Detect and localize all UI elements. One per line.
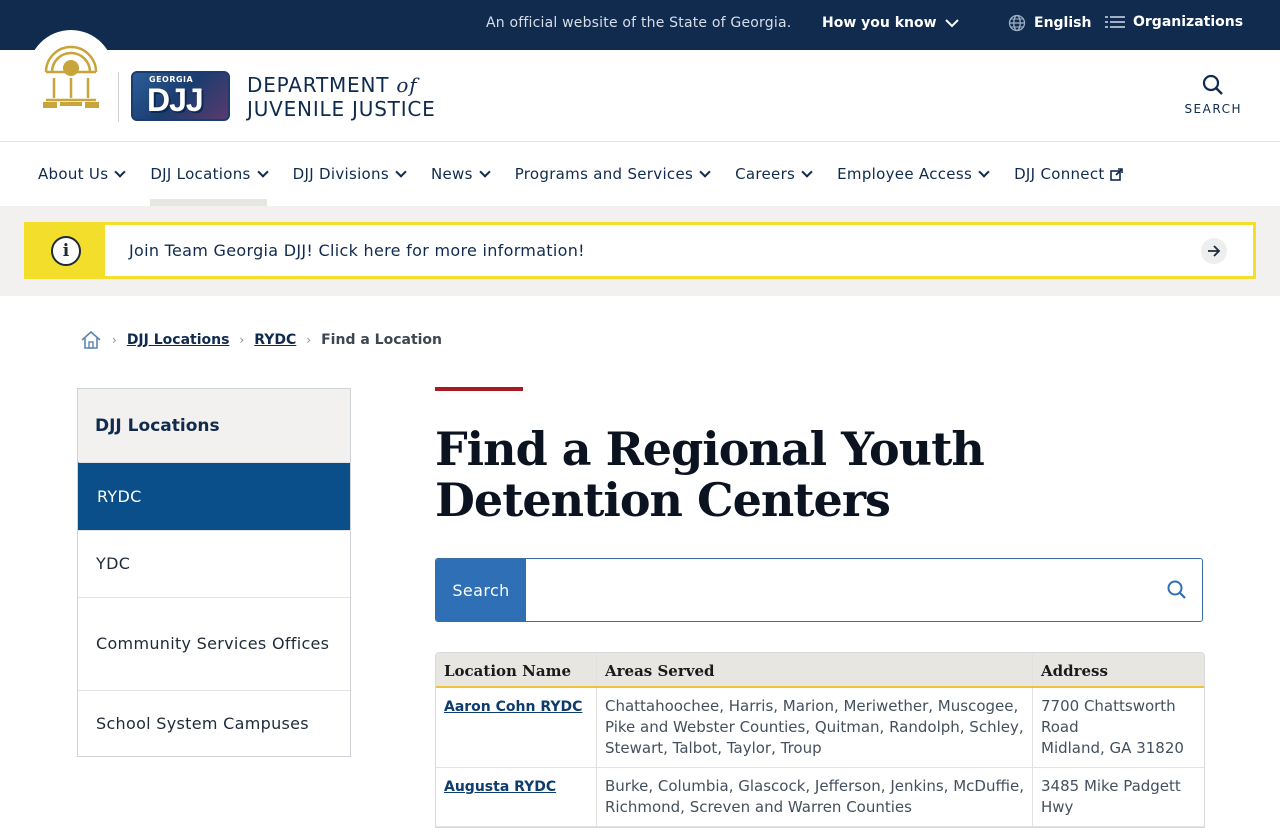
alert-icon-box: i — [27, 225, 105, 276]
main-navigation: About Us DJJ Locations DJJ Divisions New… — [0, 142, 1280, 206]
language-selector[interactable]: English — [1008, 14, 1091, 32]
column-header-address: Address — [1041, 662, 1108, 680]
chevron-down-icon — [699, 166, 711, 178]
nav-item-about-us[interactable]: About Us — [38, 142, 126, 206]
nav-label: About Us — [38, 165, 109, 183]
georgia-seal-logo[interactable] — [28, 30, 114, 126]
chevron-down-icon — [978, 166, 990, 178]
address-line-1: 3485 Mike Padgett Hwy — [1041, 777, 1181, 816]
breadcrumb-rydc[interactable]: RYDC — [254, 332, 296, 348]
address-line-1: 7700 Chattsworth Road — [1041, 697, 1176, 736]
nav-label: DJJ Divisions — [292, 165, 389, 183]
chevron-down-icon — [801, 166, 813, 178]
nav-label: DJJ Connect — [1014, 165, 1105, 183]
chevron-down-icon — [944, 19, 959, 28]
location-link[interactable]: Augusta RYDC — [444, 779, 556, 795]
nav-item-djj-connect[interactable]: DJJ Connect — [1014, 142, 1123, 206]
official-site-banner: An official website of the State of Geor… — [0, 0, 1280, 50]
breadcrumb-current: Find a Location — [321, 332, 443, 348]
external-link-icon — [1109, 167, 1123, 181]
nav-label: DJJ Locations — [150, 165, 251, 183]
column-header-location-name: Location Name — [436, 653, 597, 686]
nav-label: Programs and Services — [514, 165, 694, 183]
nav-item-djj-locations[interactable]: DJJ Locations — [150, 142, 269, 206]
nav-item-news[interactable]: News — [430, 142, 491, 206]
search-icon — [1203, 74, 1224, 95]
sidebar-item-rydc[interactable]: RYDC — [78, 462, 350, 530]
breadcrumb-djj-locations[interactable]: DJJ Locations — [127, 332, 230, 348]
search-submit-button[interactable] — [1152, 559, 1202, 621]
areas-served-cell: Chattahoochee, Harris, Marion, Meriwethe… — [597, 688, 1033, 767]
logo-divider — [118, 72, 119, 122]
chevron-right-icon: › — [112, 333, 117, 347]
department-of: of — [396, 73, 418, 97]
nav-label: Careers — [735, 165, 796, 183]
table-row: Aaron Cohn RYDC Chattahoochee, Harris, M… — [436, 688, 1204, 768]
address-line-2: Midland, GA 31820 — [1041, 739, 1184, 757]
column-header-areas-served: Areas Served — [597, 653, 1033, 686]
how-you-know-toggle[interactable]: How you know — [822, 15, 959, 31]
info-icon: i — [51, 235, 81, 266]
sidebar-title[interactable]: DJJ Locations — [78, 389, 350, 462]
list-icon — [1105, 16, 1125, 28]
location-name-cell: Aaron Cohn RYDC — [436, 688, 597, 767]
nav-item-programs-and-services[interactable]: Programs and Services — [514, 142, 711, 206]
table-row: Augusta RYDC Burke, Columbia, Glascock, … — [436, 768, 1204, 827]
chevron-right-icon: › — [239, 333, 245, 347]
search-label: SEARCH — [1184, 102, 1242, 116]
header-search-button[interactable]: SEARCH — [1184, 74, 1242, 116]
address-cell: 7700 Chattsworth Road Midland, GA 31820 — [1033, 688, 1204, 767]
chevron-down-icon — [256, 166, 269, 178]
chevron-down-icon — [114, 166, 126, 178]
breadcrumb: › DJJ Locations › RYDC › Find a Location — [80, 330, 442, 350]
language-label: English — [1034, 15, 1092, 31]
sidebar-item-community-services-offices[interactable]: Community Services Offices — [78, 597, 350, 690]
search-input[interactable] — [526, 559, 1152, 621]
search-field-label: Search — [436, 559, 526, 621]
location-name-cell: Augusta RYDC — [436, 768, 597, 826]
department-name[interactable]: DEPARTMENT of JUVENILE JUSTICE — [247, 73, 436, 121]
locations-table: Location Name Areas Served Address Aaron… — [435, 652, 1205, 828]
address-cell: 3485 Mike Padgett Hwy — [1033, 768, 1204, 826]
join-team-alert[interactable]: i Join Team Georgia DJJ! Click here for … — [24, 222, 1256, 279]
sidebar-item-school-system-campuses[interactable]: School System Campuses — [78, 690, 350, 756]
alert-band: i Join Team Georgia DJJ! Click here for … — [0, 206, 1280, 296]
page-title: Find a Regional Youth Detention Centers — [435, 422, 985, 527]
areas-served-cell: Burke, Columbia, Glascock, Jefferson, Je… — [597, 768, 1033, 826]
djj-logo[interactable]: GEORGIA DJJ — [131, 71, 230, 121]
section-sidebar: DJJ Locations RYDC YDC Community Service… — [77, 388, 351, 757]
state-seal-icon — [43, 45, 99, 108]
chevron-right-icon: › — [306, 333, 312, 347]
nav-item-employee-access[interactable]: Employee Access — [837, 142, 990, 206]
site-header: GEORGIA DJJ DEPARTMENT of JUVENILE JUSTI… — [0, 30, 1280, 142]
chevron-down-icon — [395, 166, 407, 178]
department-line-1: DEPARTMENT — [247, 73, 390, 97]
nav-label: Employee Access — [837, 165, 973, 183]
organizations-label: Organizations — [1133, 14, 1244, 30]
search-icon — [1167, 580, 1186, 599]
home-icon[interactable] — [80, 330, 102, 350]
title-accent-rule — [435, 387, 523, 391]
how-you-know-label: How you know — [822, 15, 937, 31]
globe-icon — [1008, 14, 1026, 32]
nav-item-careers[interactable]: Careers — [735, 142, 813, 206]
nav-label: News — [430, 165, 473, 183]
department-line-2: JUVENILE JUSTICE — [247, 97, 436, 121]
djj-logo-text: DJJ — [147, 82, 204, 118]
nav-item-djj-divisions[interactable]: DJJ Divisions — [292, 142, 407, 206]
organizations-menu[interactable]: Organizations — [1105, 14, 1243, 30]
alert-text: Join Team Georgia DJJ! Click here for mo… — [129, 241, 585, 260]
chevron-down-icon — [479, 166, 491, 178]
sidebar-item-ydc[interactable]: YDC — [78, 530, 350, 597]
table-header-row: Location Name Areas Served Address — [436, 653, 1204, 688]
official-site-text: An official website of the State of Geor… — [486, 15, 792, 31]
location-link[interactable]: Aaron Cohn RYDC — [444, 699, 582, 715]
arrow-right-icon — [1201, 237, 1227, 264]
location-search: Search — [435, 558, 1203, 622]
